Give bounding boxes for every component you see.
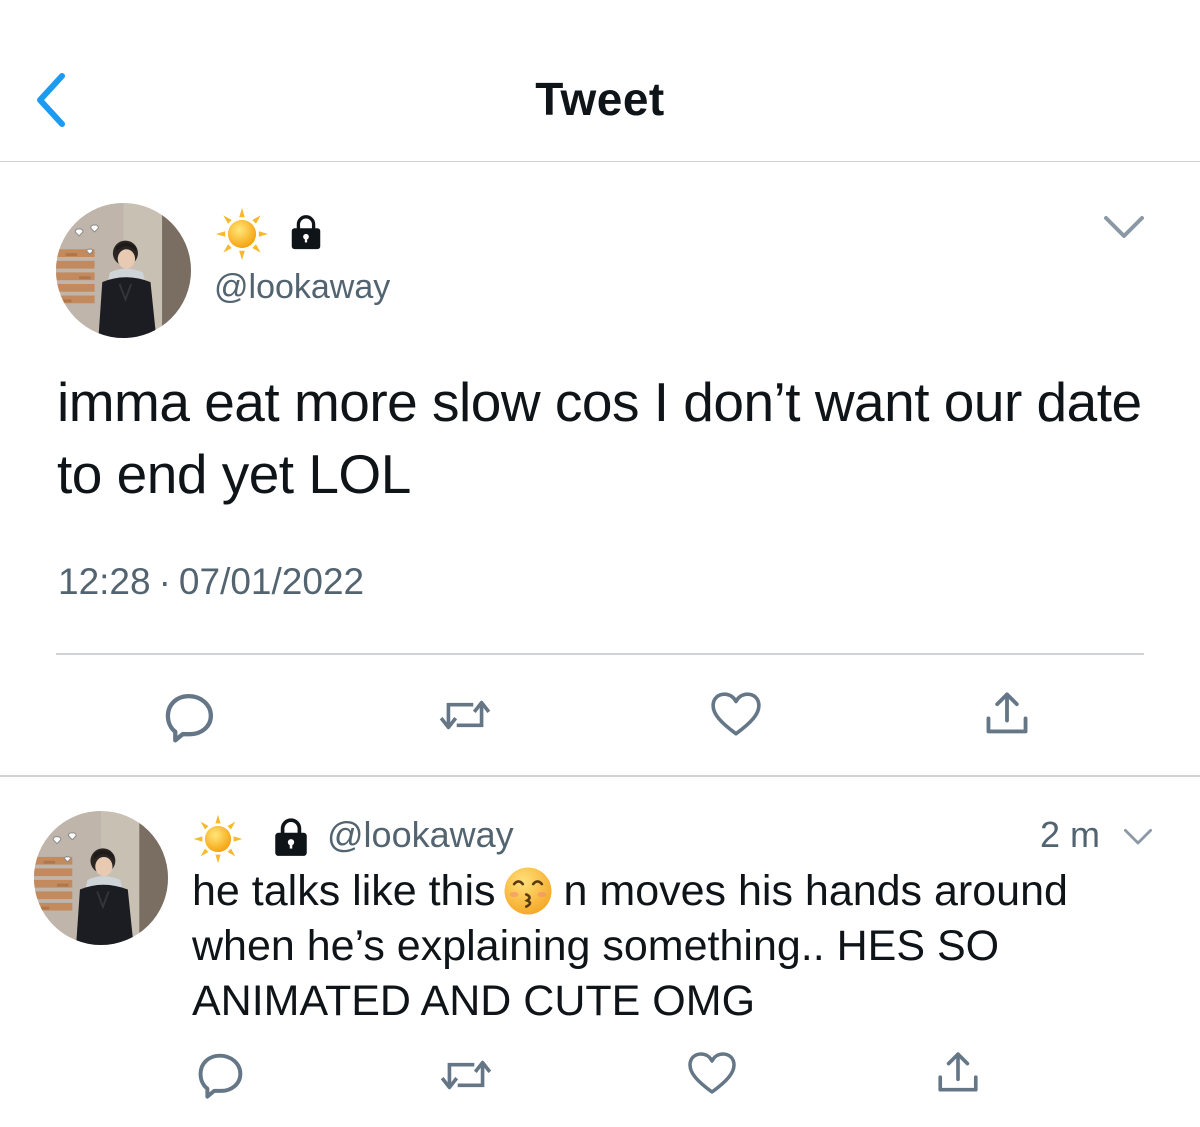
user-handle[interactable]: @lookaway [327,814,514,856]
share-icon[interactable] [983,690,1031,738]
tweet-date: 07/01/2022 [178,561,365,602]
reply-time: 2 m [1040,814,1101,855]
sun-emoji-icon [192,813,244,865]
chevron-down-icon[interactable] [1100,206,1148,246]
chevron-down-icon[interactable] [1120,822,1156,850]
lock-icon [270,816,312,858]
meta-separator: · [158,561,171,602]
avatar[interactable] [56,203,191,338]
reply-text-part-1: he talks like this [192,867,496,915]
lock-icon [287,213,325,251]
reply-icon[interactable] [163,690,217,744]
retweet-icon[interactable] [437,1052,495,1098]
sun-emoji-icon [214,206,270,262]
tweet-time: 12:28 [58,561,151,602]
tweet-timestamp: 12:28 · 07/01/2022 [58,561,364,603]
tweet-text: imma eat more slow cos I don’t want our … [57,371,1142,505]
reply-text: he talks like this n moves his hands arou… [192,864,1162,1029]
page-title: Tweet [535,73,665,125]
top-bar: Tweet [0,0,1200,162]
user-handle[interactable]: @lookaway [214,268,390,307]
avatar[interactable] [34,811,168,945]
share-icon[interactable] [935,1050,981,1096]
kissing-emoji-icon [502,865,554,917]
reply-icon[interactable] [196,1050,246,1100]
like-icon[interactable] [687,1052,737,1096]
divider [56,653,1144,655]
retweet-icon[interactable] [436,690,494,740]
section-divider [0,775,1200,777]
like-icon[interactable] [710,692,762,738]
